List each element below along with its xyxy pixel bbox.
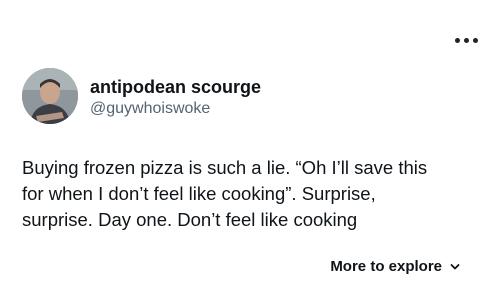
- display-name[interactable]: antipodean scourge: [90, 76, 261, 98]
- menu-dot: [463, 37, 469, 43]
- avatar-photo-icon: [22, 68, 78, 124]
- tweet-card: antipodean scourge @guywhoiswoke Buying …: [0, 0, 500, 303]
- chevron-down-icon: [450, 263, 460, 269]
- more-options-button[interactable]: [450, 32, 482, 48]
- more-to-explore-button[interactable]: More to explore: [330, 258, 460, 275]
- user-handle[interactable]: @guywhoiswoke: [90, 99, 261, 119]
- tweet-text: Buying frozen pizza is such a lie. “Oh I…: [22, 155, 482, 233]
- avatar[interactable]: [22, 68, 78, 124]
- tweet-text-line: surprise. Day one. Don’t feel like cooki…: [22, 209, 358, 230]
- more-to-explore-label: More to explore: [330, 258, 442, 275]
- menu-dot: [454, 37, 460, 43]
- tweet-text-line: for when I don’t feel like cooking”. Sur…: [22, 183, 376, 204]
- tweet-text-line: Buying frozen pizza is such a lie. “Oh I…: [22, 157, 428, 178]
- menu-dot: [472, 37, 478, 43]
- user-info: antipodean scourge @guywhoiswoke: [90, 76, 261, 119]
